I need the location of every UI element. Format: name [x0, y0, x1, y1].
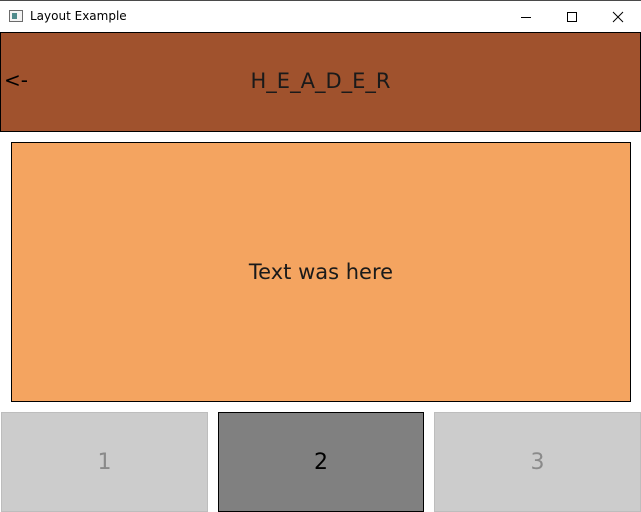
- title-bar[interactable]: Layout Example: [0, 0, 641, 32]
- content-text: Text was here: [248, 260, 394, 284]
- app-window-icon: [9, 10, 23, 22]
- minimize-icon: [521, 16, 531, 18]
- tab-3-button[interactable]: 3: [434, 412, 641, 512]
- content-panel: Text was here: [11, 142, 631, 402]
- window-title: Layout Example: [30, 9, 127, 23]
- tab-2-button[interactable]: 2: [218, 412, 424, 512]
- close-button[interactable]: [595, 1, 641, 32]
- minimize-button[interactable]: [503, 1, 549, 32]
- tab-1-button[interactable]: 1: [1, 412, 208, 512]
- close-icon: [612, 11, 624, 22]
- header-title: H_E_A_D_E_R: [250, 69, 391, 93]
- maximize-icon: [567, 11, 577, 22]
- maximize-button[interactable]: [549, 1, 595, 32]
- app-window: Layout Example <- H_E_A_D_E_R Text was h…: [0, 0, 641, 512]
- header-bar: <- H_E_A_D_E_R: [0, 32, 641, 132]
